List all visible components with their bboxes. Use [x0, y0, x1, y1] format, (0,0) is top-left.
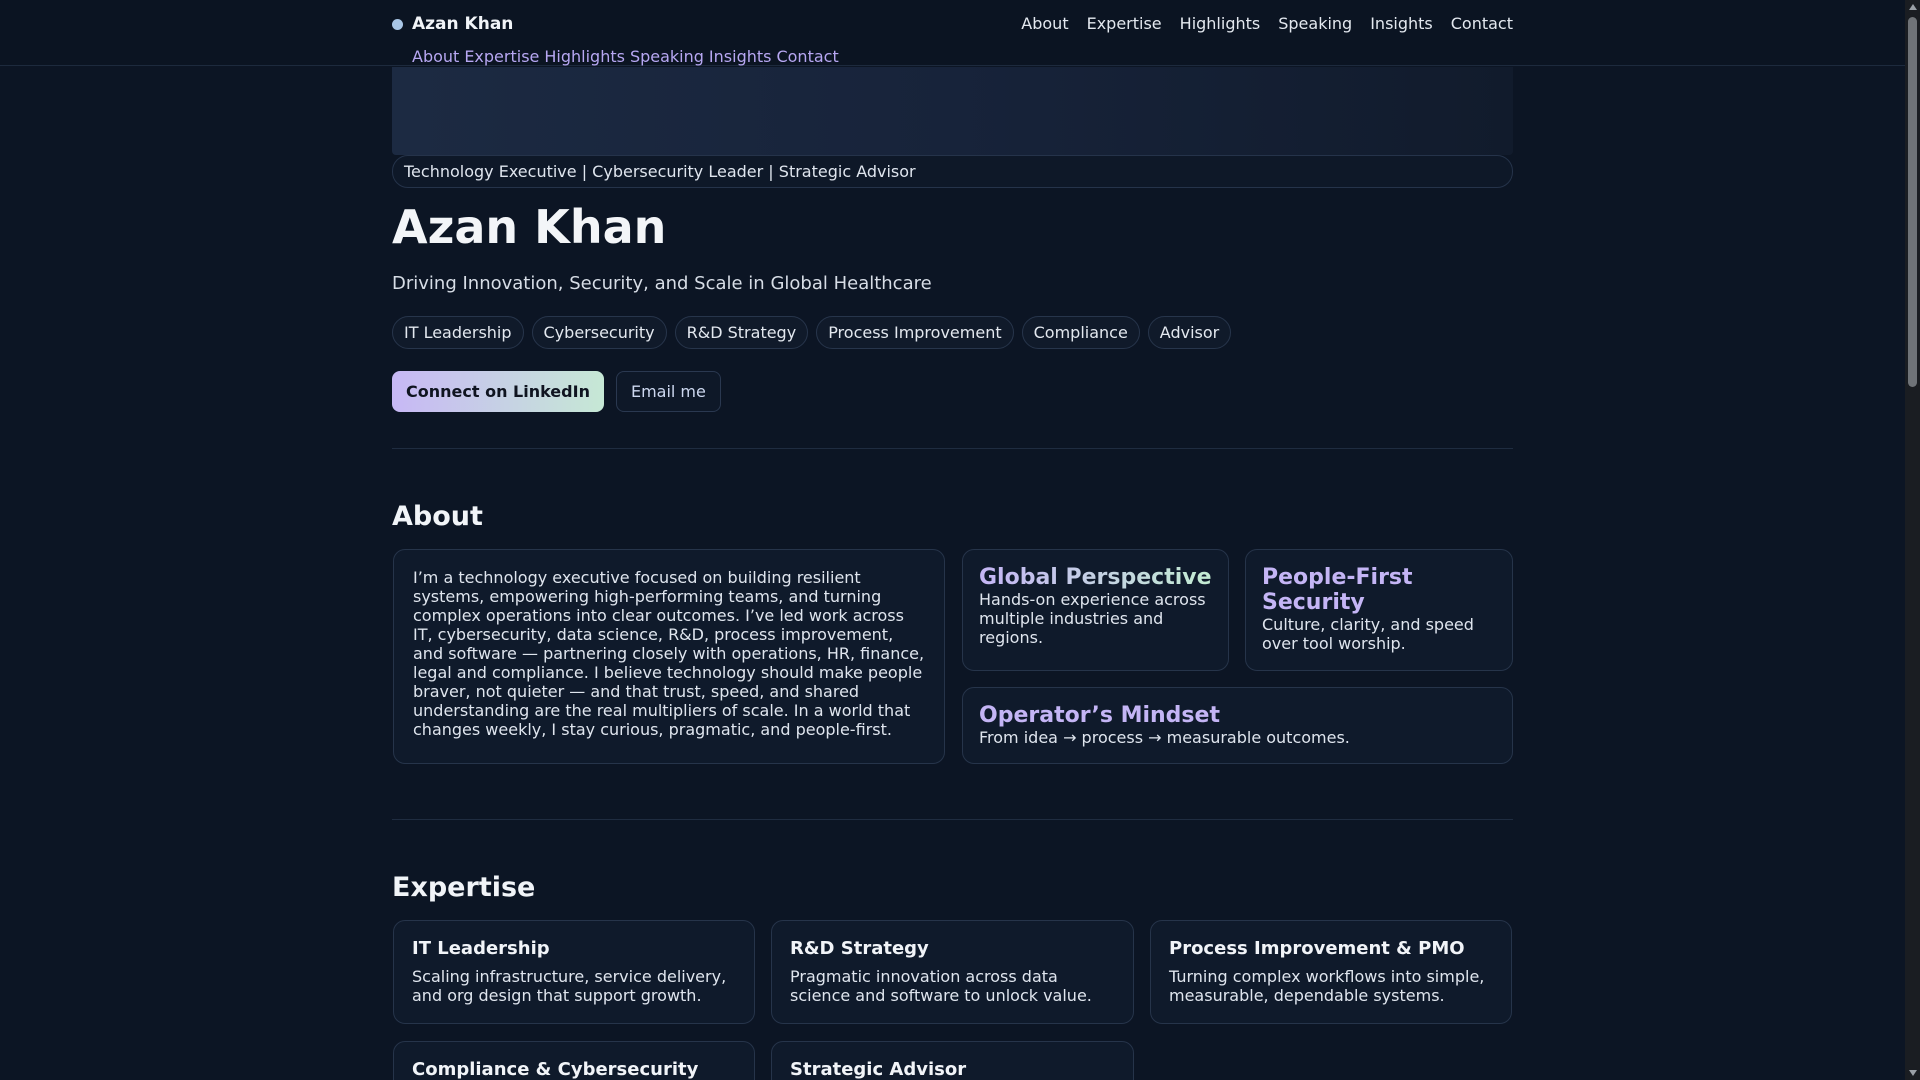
linkedin-button[interactable]: Connect on LinkedIn	[392, 371, 604, 412]
skill-tags: IT Leadership Cybersecurity R&D Strategy…	[392, 316, 1232, 349]
hero-banner	[392, 67, 1513, 155]
expertise-card-title: IT Leadership	[412, 938, 550, 959]
brand[interactable]: Azan Khan	[392, 14, 513, 34]
skill-tag: Advisor	[1147, 316, 1232, 349]
email-button[interactable]: Email me	[615, 371, 721, 412]
expertise-section-title: Expertise	[392, 872, 536, 903]
nav-link-insights[interactable]: Insights	[1370, 14, 1433, 33]
page: Azan Khan About Expertise Highlights Spe…	[0, 0, 1920, 1080]
scroll-up-arrow-icon[interactable]	[1909, 4, 1917, 10]
expertise-card-strategic-advisor: Strategic Advisor	[771, 1041, 1134, 1080]
hero-tagline: Technology Executive | Cybersecurity Lea…	[392, 155, 1513, 188]
feature-title: People-First Security	[1262, 565, 1413, 615]
skill-tag: R&D Strategy	[674, 316, 809, 349]
section-divider	[392, 448, 1513, 449]
expertise-card-rd-strategy: R&D Strategy Pragmatic innovation across…	[771, 920, 1134, 1024]
hero-actions: Connect on LinkedIn Email me	[392, 371, 721, 412]
secondary-nav: About Expertise Highlights Speaking Insi…	[412, 47, 839, 66]
expertise-card-text: Scaling infrastructure, service delivery…	[412, 967, 727, 1005]
feature-card-people-first-security: People-First Security Culture, clarity, …	[1245, 549, 1513, 671]
page-scrollbar[interactable]	[1905, 0, 1920, 1080]
feature-title: Operator’s Mindset	[979, 703, 1220, 728]
nav-link-highlights[interactable]: Highlights	[1180, 14, 1261, 33]
expertise-card-title: R&D Strategy	[790, 938, 929, 959]
feature-card-operators-mindset: Operator’s Mindset From idea → process →…	[962, 687, 1513, 764]
about-section-title: About	[392, 501, 483, 532]
expertise-card-title: Process Improvement & PMO	[1169, 938, 1465, 959]
expertise-card-title: Compliance & Cybersecurity	[412, 1059, 699, 1080]
nav-link-speaking[interactable]: Speaking	[1278, 14, 1352, 33]
expertise-card-text: Turning complex workflows into simple, m…	[1169, 967, 1485, 1005]
top-navbar: Azan Khan About Expertise Highlights Spe…	[0, 0, 1905, 66]
nav-link-contact[interactable]: Contact	[1451, 14, 1513, 33]
scroll-thumb[interactable]	[1908, 17, 1917, 387]
secondary-nav-link-insights[interactable]: Insights	[709, 47, 772, 66]
hero-title: Azan Khan	[392, 200, 667, 254]
brand-name: Azan Khan	[412, 14, 514, 34]
skill-tag: IT Leadership	[392, 316, 524, 349]
skill-tag: Compliance	[1021, 316, 1140, 349]
skill-tag: Process Improvement	[816, 316, 1014, 349]
skill-tag: Cybersecurity	[531, 316, 667, 349]
secondary-nav-link-about[interactable]: About	[412, 47, 459, 66]
nav-link-expertise[interactable]: Expertise	[1087, 14, 1162, 33]
hero-subtitle: Driving Innovation, Security, and Scale …	[392, 273, 932, 294]
about-body-card: I’m a technology executive focused on bu…	[393, 549, 945, 764]
feature-text: From idea → process → measurable outcome…	[979, 728, 1350, 747]
scroll-down-arrow-icon[interactable]	[1909, 1070, 1917, 1076]
expertise-card-it-leadership: IT Leadership Scaling infrastructure, se…	[393, 920, 755, 1024]
about-body-text: I’m a technology executive focused on bu…	[413, 568, 925, 739]
expertise-card-process-improvement: Process Improvement & PMO Turning comple…	[1150, 920, 1512, 1024]
primary-nav: About Expertise Highlights Speaking Insi…	[1021, 14, 1513, 33]
secondary-nav-link-contact[interactable]: Contact	[776, 47, 838, 66]
expertise-card-compliance-cybersecurity: Compliance & Cybersecurity	[393, 1041, 755, 1080]
secondary-nav-link-expertise[interactable]: Expertise	[464, 47, 539, 66]
secondary-nav-link-speaking[interactable]: Speaking	[630, 47, 704, 66]
nav-link-about[interactable]: About	[1021, 14, 1068, 33]
brand-dot-icon	[392, 18, 403, 30]
section-divider	[392, 819, 1513, 820]
expertise-card-text: Pragmatic innovation across data science…	[790, 967, 1092, 1005]
feature-text: Culture, clarity, and speed over tool wo…	[1262, 615, 1474, 653]
feature-text: Hands-on experience across multiple indu…	[979, 590, 1206, 647]
feature-card-global-perspective: Global Perspective Hands-on experience a…	[962, 549, 1229, 671]
feature-title: Global Perspective	[979, 565, 1212, 590]
secondary-nav-link-highlights[interactable]: Highlights	[544, 47, 625, 66]
expertise-card-title: Strategic Advisor	[790, 1059, 967, 1080]
